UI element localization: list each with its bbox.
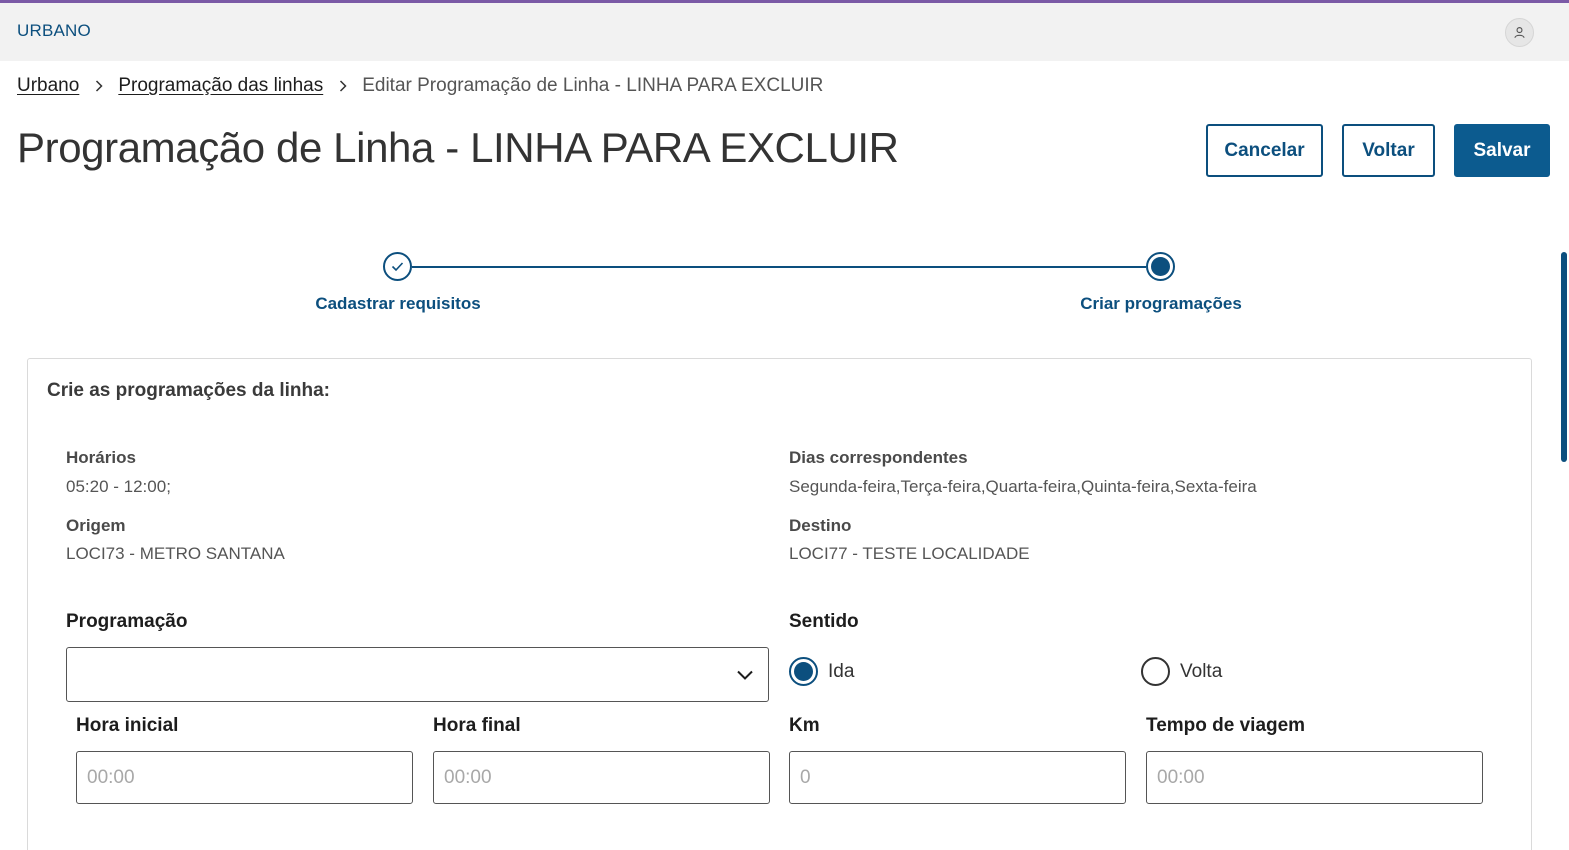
- km-label: Km: [789, 715, 820, 736]
- programacao-select[interactable]: [66, 647, 769, 702]
- destino-label: Destino: [789, 516, 852, 535]
- hora-final-label: Hora final: [433, 715, 521, 736]
- programacao-label: Programação: [66, 611, 188, 632]
- radio-checked-dot: [794, 662, 813, 681]
- back-button[interactable]: Voltar: [1342, 124, 1435, 177]
- radio-volta[interactable]: Volta: [1141, 657, 1222, 686]
- radio-volta-label[interactable]: Volta: [1180, 661, 1222, 683]
- breadcrumb: Urbano Programação das linhas Editar Pro…: [17, 73, 823, 99]
- radio-volta-indicator[interactable]: [1141, 657, 1170, 686]
- sentido-label: Sentido: [789, 611, 859, 632]
- destino-value: LOCI77 - TESTE LOCALIDADE: [789, 544, 1030, 563]
- origem-label: Origem: [66, 516, 126, 535]
- brand-label[interactable]: URBANO: [17, 21, 91, 41]
- origem-value: LOCI73 - METRO SANTANA: [66, 544, 285, 563]
- horarios-label: Horários: [66, 448, 136, 467]
- breadcrumb-current: Editar Programação de Linha - LINHA PARA…: [362, 75, 824, 96]
- tempo-viagem-input[interactable]: [1146, 751, 1483, 804]
- page-scrollbar[interactable]: [1561, 252, 1567, 462]
- step-active-dot: [1151, 257, 1170, 276]
- chevron-down-icon: [737, 670, 753, 680]
- user-icon: [1514, 27, 1525, 38]
- card-title: Crie as programações da linha:: [47, 380, 330, 401]
- km-input[interactable]: [789, 751, 1126, 804]
- breadcrumb-link-urbano[interactable]: Urbano: [17, 75, 79, 97]
- breadcrumb-link-programacao[interactable]: Programação das linhas: [118, 75, 323, 97]
- dias-label: Dias correspondentes: [789, 448, 968, 467]
- check-icon: [391, 262, 404, 272]
- hora-inicial-label: Hora inicial: [76, 715, 179, 736]
- chevron-right-icon: [79, 79, 118, 93]
- radio-ida[interactable]: Ida: [789, 657, 854, 686]
- user-menu-button[interactable]: [1505, 18, 1534, 47]
- radio-ida-indicator[interactable]: [789, 657, 818, 686]
- save-button[interactable]: Salvar: [1454, 124, 1550, 177]
- step-1-circle[interactable]: [383, 252, 412, 281]
- step-2-circle[interactable]: [1146, 252, 1175, 281]
- horarios-value: 05:20 - 12:00;: [66, 477, 171, 496]
- tempo-viagem-label: Tempo de viagem: [1146, 715, 1306, 736]
- hora-inicial-input[interactable]: [76, 751, 413, 804]
- hora-final-input[interactable]: [433, 751, 770, 804]
- step-1-label[interactable]: Cadastrar requisitos: [315, 294, 480, 314]
- page-title: Programação de Linha - LINHA PARA EXCLUI…: [17, 124, 899, 171]
- top-bar: URBANO: [0, 0, 1569, 61]
- chevron-right-icon: [323, 79, 362, 93]
- step-2-label[interactable]: Criar programações: [1080, 294, 1242, 314]
- stepper-line: [412, 266, 1146, 268]
- dias-value: Segunda-feira,Terça-feira,Quarta-feira,Q…: [789, 477, 1257, 496]
- cancel-button[interactable]: Cancelar: [1206, 124, 1323, 177]
- radio-ida-label[interactable]: Ida: [828, 661, 854, 683]
